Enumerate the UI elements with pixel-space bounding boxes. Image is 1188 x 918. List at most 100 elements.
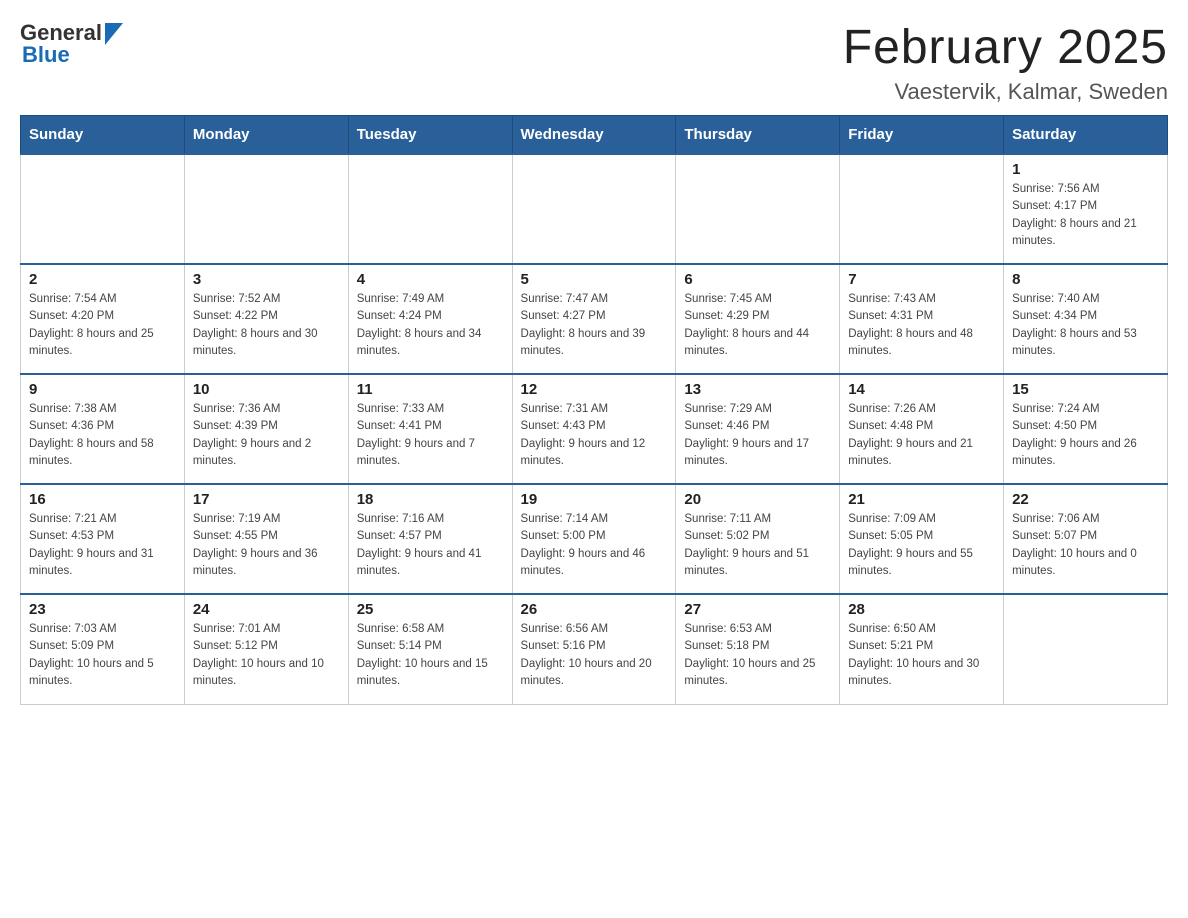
calendar-cell: 16Sunrise: 7:21 AMSunset: 4:53 PMDayligh… xyxy=(21,484,185,594)
calendar-cell: 15 Sunrise: 7:24 AMSunset: 4:50 PMDayligh… xyxy=(1004,374,1168,484)
day-info: Sunrise: 7:43 AMSunset: 4:31 PMDaylight:… xyxy=(848,291,995,360)
calendar-cell xyxy=(184,154,348,264)
month-title: February 2025 xyxy=(843,20,1168,75)
calendar-cell: 12Sunrise: 7:31 AMSunset: 4:43 PMDayligh… xyxy=(512,374,676,484)
day-number: 10 xyxy=(193,381,340,398)
day-number: 11 xyxy=(357,381,504,398)
location-text: Vaestervik, Kalmar, Sweden xyxy=(843,79,1168,105)
day-info: Sunrise: 6:58 AMSunset: 5:14 PMDaylight:… xyxy=(357,621,504,690)
calendar-week-3: 9 Sunrise: 7:38 AMSunset: 4:36 PMDaylight… xyxy=(21,374,1168,484)
day-info: Sunrise: 7:45 AMSunset: 4:29 PMDaylight:… xyxy=(684,291,831,360)
weekday-header-row: SundayMondayTuesdayWednesdayThursdayFrid… xyxy=(21,116,1168,155)
calendar-cell: 6 Sunrise: 7:45 AMSunset: 4:29 PMDaylight… xyxy=(676,264,840,374)
calendar-cell: 22 Sunrise: 7:06 AMSunset: 5:07 PMDayligh… xyxy=(1004,484,1168,594)
day-info: Sunrise: 7:24 AMSunset: 4:50 PMDaylight:… xyxy=(1012,401,1159,470)
calendar-cell: 18 Sunrise: 7:16 AMSunset: 4:57 PMDayligh… xyxy=(348,484,512,594)
day-number: 27 xyxy=(684,601,831,618)
day-number: 28 xyxy=(848,601,995,618)
calendar-cell xyxy=(512,154,676,264)
calendar-cell: 23 Sunrise: 7:03 AMSunset: 5:09 PMDayligh… xyxy=(21,594,185,704)
day-info: Sunrise: 7:29 AMSunset: 4:46 PMDaylight:… xyxy=(684,401,831,470)
day-info: Sunrise: 7:38 AMSunset: 4:36 PMDaylight:… xyxy=(29,401,176,470)
day-number: 23 xyxy=(29,601,176,618)
day-info: Sunrise: 7:01 AMSunset: 5:12 PMDaylight:… xyxy=(193,621,340,690)
weekday-header-monday: Monday xyxy=(184,116,348,155)
calendar-cell: 14 Sunrise: 7:26 AMSunset: 4:48 PMDayligh… xyxy=(840,374,1004,484)
calendar-cell: 1 Sunrise: 7:56 AMSunset: 4:17 PMDaylight… xyxy=(1004,154,1168,264)
day-info: Sunrise: 7:54 AMSunset: 4:20 PMDaylight:… xyxy=(29,291,176,360)
day-number: 17 xyxy=(193,491,340,508)
weekday-header-friday: Friday xyxy=(840,116,1004,155)
day-number: 15 xyxy=(1012,381,1159,398)
day-number: 9 xyxy=(29,381,176,398)
day-info: Sunrise: 6:53 AMSunset: 5:18 PMDaylight:… xyxy=(684,621,831,690)
day-number: 13 xyxy=(684,381,831,398)
weekday-header-thursday: Thursday xyxy=(676,116,840,155)
day-info: Sunrise: 7:21 AMSunset: 4:53 PMDaylight:… xyxy=(29,511,176,580)
day-number: 3 xyxy=(193,271,340,288)
day-number: 8 xyxy=(1012,271,1159,288)
calendar-cell: 21 Sunrise: 7:09 AMSunset: 5:05 PMDayligh… xyxy=(840,484,1004,594)
day-info: Sunrise: 7:47 AMSunset: 4:27 PMDaylight:… xyxy=(521,291,668,360)
day-number: 18 xyxy=(357,491,504,508)
day-number: 5 xyxy=(521,271,668,288)
page-header: General Blue February 2025 Vaestervik, K… xyxy=(20,20,1168,105)
day-info: Sunrise: 7:16 AMSunset: 4:57 PMDaylight:… xyxy=(357,511,504,580)
day-info: Sunrise: 7:06 AMSunset: 5:07 PMDaylight:… xyxy=(1012,511,1159,580)
day-info: Sunrise: 7:19 AMSunset: 4:55 PMDaylight:… xyxy=(193,511,340,580)
calendar-cell: 25 Sunrise: 6:58 AMSunset: 5:14 PMDayligh… xyxy=(348,594,512,704)
calendar-cell xyxy=(1004,594,1168,704)
calendar-cell: 3 Sunrise: 7:52 AMSunset: 4:22 PMDaylight… xyxy=(184,264,348,374)
calendar-cell: 19Sunrise: 7:14 AMSunset: 5:00 PMDayligh… xyxy=(512,484,676,594)
day-info: Sunrise: 7:26 AMSunset: 4:48 PMDaylight:… xyxy=(848,401,995,470)
logo: General Blue xyxy=(20,20,123,68)
day-info: Sunrise: 6:56 AMSunset: 5:16 PMDaylight:… xyxy=(521,621,668,690)
day-number: 25 xyxy=(357,601,504,618)
day-info: Sunrise: 6:50 AMSunset: 5:21 PMDaylight:… xyxy=(848,621,995,690)
calendar-cell: 2 Sunrise: 7:54 AMSunset: 4:20 PMDaylight… xyxy=(21,264,185,374)
day-number: 2 xyxy=(29,271,176,288)
logo-blue-text: Blue xyxy=(22,42,123,68)
calendar-cell xyxy=(840,154,1004,264)
weekday-header-tuesday: Tuesday xyxy=(348,116,512,155)
calendar-cell: 11 Sunrise: 7:33 AMSunset: 4:41 PMDayligh… xyxy=(348,374,512,484)
day-info: Sunrise: 7:03 AMSunset: 5:09 PMDaylight:… xyxy=(29,621,176,690)
day-number: 21 xyxy=(848,491,995,508)
calendar-cell: 5 Sunrise: 7:47 AMSunset: 4:27 PMDaylight… xyxy=(512,264,676,374)
calendar-cell: 27 Sunrise: 6:53 AMSunset: 5:18 PMDayligh… xyxy=(676,594,840,704)
day-number: 1 xyxy=(1012,161,1159,178)
day-number: 7 xyxy=(848,271,995,288)
calendar-cell: 7 Sunrise: 7:43 AMSunset: 4:31 PMDaylight… xyxy=(840,264,1004,374)
day-info: Sunrise: 7:52 AMSunset: 4:22 PMDaylight:… xyxy=(193,291,340,360)
day-info: Sunrise: 7:36 AMSunset: 4:39 PMDaylight:… xyxy=(193,401,340,470)
day-info: Sunrise: 7:11 AMSunset: 5:02 PMDaylight:… xyxy=(684,511,831,580)
calendar-cell: 9 Sunrise: 7:38 AMSunset: 4:36 PMDaylight… xyxy=(21,374,185,484)
calendar-cell: 20 Sunrise: 7:11 AMSunset: 5:02 PMDayligh… xyxy=(676,484,840,594)
day-number: 14 xyxy=(848,381,995,398)
weekday-header-saturday: Saturday xyxy=(1004,116,1168,155)
calendar-cell xyxy=(348,154,512,264)
calendar-week-4: 16Sunrise: 7:21 AMSunset: 4:53 PMDayligh… xyxy=(21,484,1168,594)
calendar-cell: 4Sunrise: 7:49 AMSunset: 4:24 PMDaylight… xyxy=(348,264,512,374)
calendar-cell: 28 Sunrise: 6:50 AMSunset: 5:21 PMDayligh… xyxy=(840,594,1004,704)
day-info: Sunrise: 7:09 AMSunset: 5:05 PMDaylight:… xyxy=(848,511,995,580)
calendar-cell: 13 Sunrise: 7:29 AMSunset: 4:46 PMDayligh… xyxy=(676,374,840,484)
day-info: Sunrise: 7:33 AMSunset: 4:41 PMDaylight:… xyxy=(357,401,504,470)
calendar-week-1: 1 Sunrise: 7:56 AMSunset: 4:17 PMDaylight… xyxy=(21,154,1168,264)
calendar-week-2: 2 Sunrise: 7:54 AMSunset: 4:20 PMDaylight… xyxy=(21,264,1168,374)
day-number: 6 xyxy=(684,271,831,288)
calendar-week-5: 23 Sunrise: 7:03 AMSunset: 5:09 PMDayligh… xyxy=(21,594,1168,704)
calendar-cell: 8Sunrise: 7:40 AMSunset: 4:34 PMDaylight… xyxy=(1004,264,1168,374)
weekday-header-sunday: Sunday xyxy=(21,116,185,155)
calendar-cell: 24Sunrise: 7:01 AMSunset: 5:12 PMDayligh… xyxy=(184,594,348,704)
day-info: Sunrise: 7:56 AMSunset: 4:17 PMDaylight:… xyxy=(1012,181,1159,250)
day-number: 4 xyxy=(357,271,504,288)
calendar-cell xyxy=(21,154,185,264)
calendar-table: SundayMondayTuesdayWednesdayThursdayFrid… xyxy=(20,115,1168,705)
calendar-cell xyxy=(676,154,840,264)
day-number: 22 xyxy=(1012,491,1159,508)
calendar-cell: 17 Sunrise: 7:19 AMSunset: 4:55 PMDayligh… xyxy=(184,484,348,594)
day-number: 19 xyxy=(521,491,668,508)
day-number: 12 xyxy=(521,381,668,398)
day-number: 20 xyxy=(684,491,831,508)
